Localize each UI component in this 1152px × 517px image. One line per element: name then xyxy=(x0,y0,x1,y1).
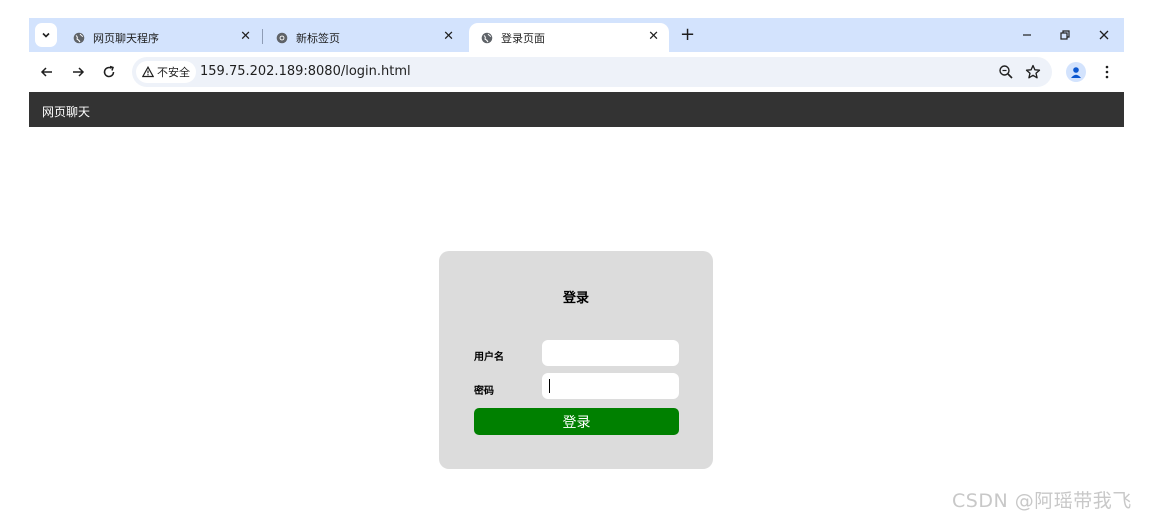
close-icon[interactable]: ✕ xyxy=(240,30,251,44)
reload-button[interactable] xyxy=(99,62,119,82)
login-button[interactable]: 登录 xyxy=(474,408,679,435)
password-field[interactable] xyxy=(542,373,679,399)
new-tab-button[interactable]: + xyxy=(680,26,695,44)
person-icon xyxy=(1071,67,1081,78)
browser-window: 网页聊天程序 ✕ 新标签页 ✕ 登录页面 ✕ + 不安全 159.75.202.… xyxy=(29,18,1124,517)
close-icon[interactable]: ✕ xyxy=(648,30,659,44)
login-form: 登录 用户名 密码 登录 xyxy=(439,251,713,469)
reload-icon xyxy=(103,65,115,78)
profile-avatar[interactable] xyxy=(1066,62,1086,82)
restore-icon xyxy=(1060,30,1070,40)
browser-menu-button[interactable] xyxy=(1097,62,1117,82)
text-caret xyxy=(549,379,550,393)
minimize-button[interactable] xyxy=(1017,25,1037,45)
site-header: 网页聊天 xyxy=(29,92,1124,127)
tab-title: 登录页面 xyxy=(501,31,545,45)
tab-login-page[interactable]: 登录页面 ✕ xyxy=(469,23,669,52)
star-icon[interactable] xyxy=(1025,64,1041,80)
tab-chat-program[interactable]: 网页聊天程序 ✕ xyxy=(61,23,261,52)
tab-title: 新标签页 xyxy=(296,31,340,45)
security-chip[interactable]: 不安全 xyxy=(136,61,196,83)
tab-title: 网页聊天程序 xyxy=(93,31,159,45)
chevron-down-icon xyxy=(42,32,50,38)
chrome-icon xyxy=(276,32,288,43)
password-label: 密码 xyxy=(474,386,494,397)
browser-toolbar: 不安全 159.75.202.189:8080/login.html xyxy=(29,52,1124,92)
arrow-right-icon xyxy=(73,67,85,77)
close-icon[interactable]: ✕ xyxy=(443,30,454,44)
forward-button[interactable] xyxy=(68,62,88,82)
arrow-left-icon xyxy=(40,67,52,77)
tab-search-button[interactable] xyxy=(35,23,57,47)
url-text[interactable]: 159.75.202.189:8080/login.html xyxy=(200,64,411,79)
tab-divider xyxy=(262,29,263,44)
site-title: 网页聊天 xyxy=(42,105,91,119)
globe-icon xyxy=(73,32,85,43)
address-bar[interactable]: 不安全 159.75.202.189:8080/login.html xyxy=(132,57,1052,87)
more-vert-icon xyxy=(1105,65,1109,79)
window-close-button[interactable] xyxy=(1094,25,1114,45)
zoom-icon[interactable] xyxy=(998,64,1014,80)
username-field[interactable] xyxy=(542,340,679,366)
username-label: 用户名 xyxy=(474,352,504,363)
back-button[interactable] xyxy=(37,62,57,82)
security-label: 不安全 xyxy=(157,66,190,79)
close-icon xyxy=(1099,30,1109,40)
tab-new-tab[interactable]: 新标签页 ✕ xyxy=(264,23,464,52)
tab-strip: 网页聊天程序 ✕ 新标签页 ✕ 登录页面 ✕ + xyxy=(29,18,1124,52)
minimize-icon xyxy=(1023,34,1031,36)
warning-icon xyxy=(142,66,154,78)
watermark: CSDN @阿瑶带我飞 xyxy=(952,490,1132,512)
globe-icon xyxy=(481,32,493,43)
login-title: 登录 xyxy=(562,291,589,306)
restore-button[interactable] xyxy=(1055,25,1075,45)
